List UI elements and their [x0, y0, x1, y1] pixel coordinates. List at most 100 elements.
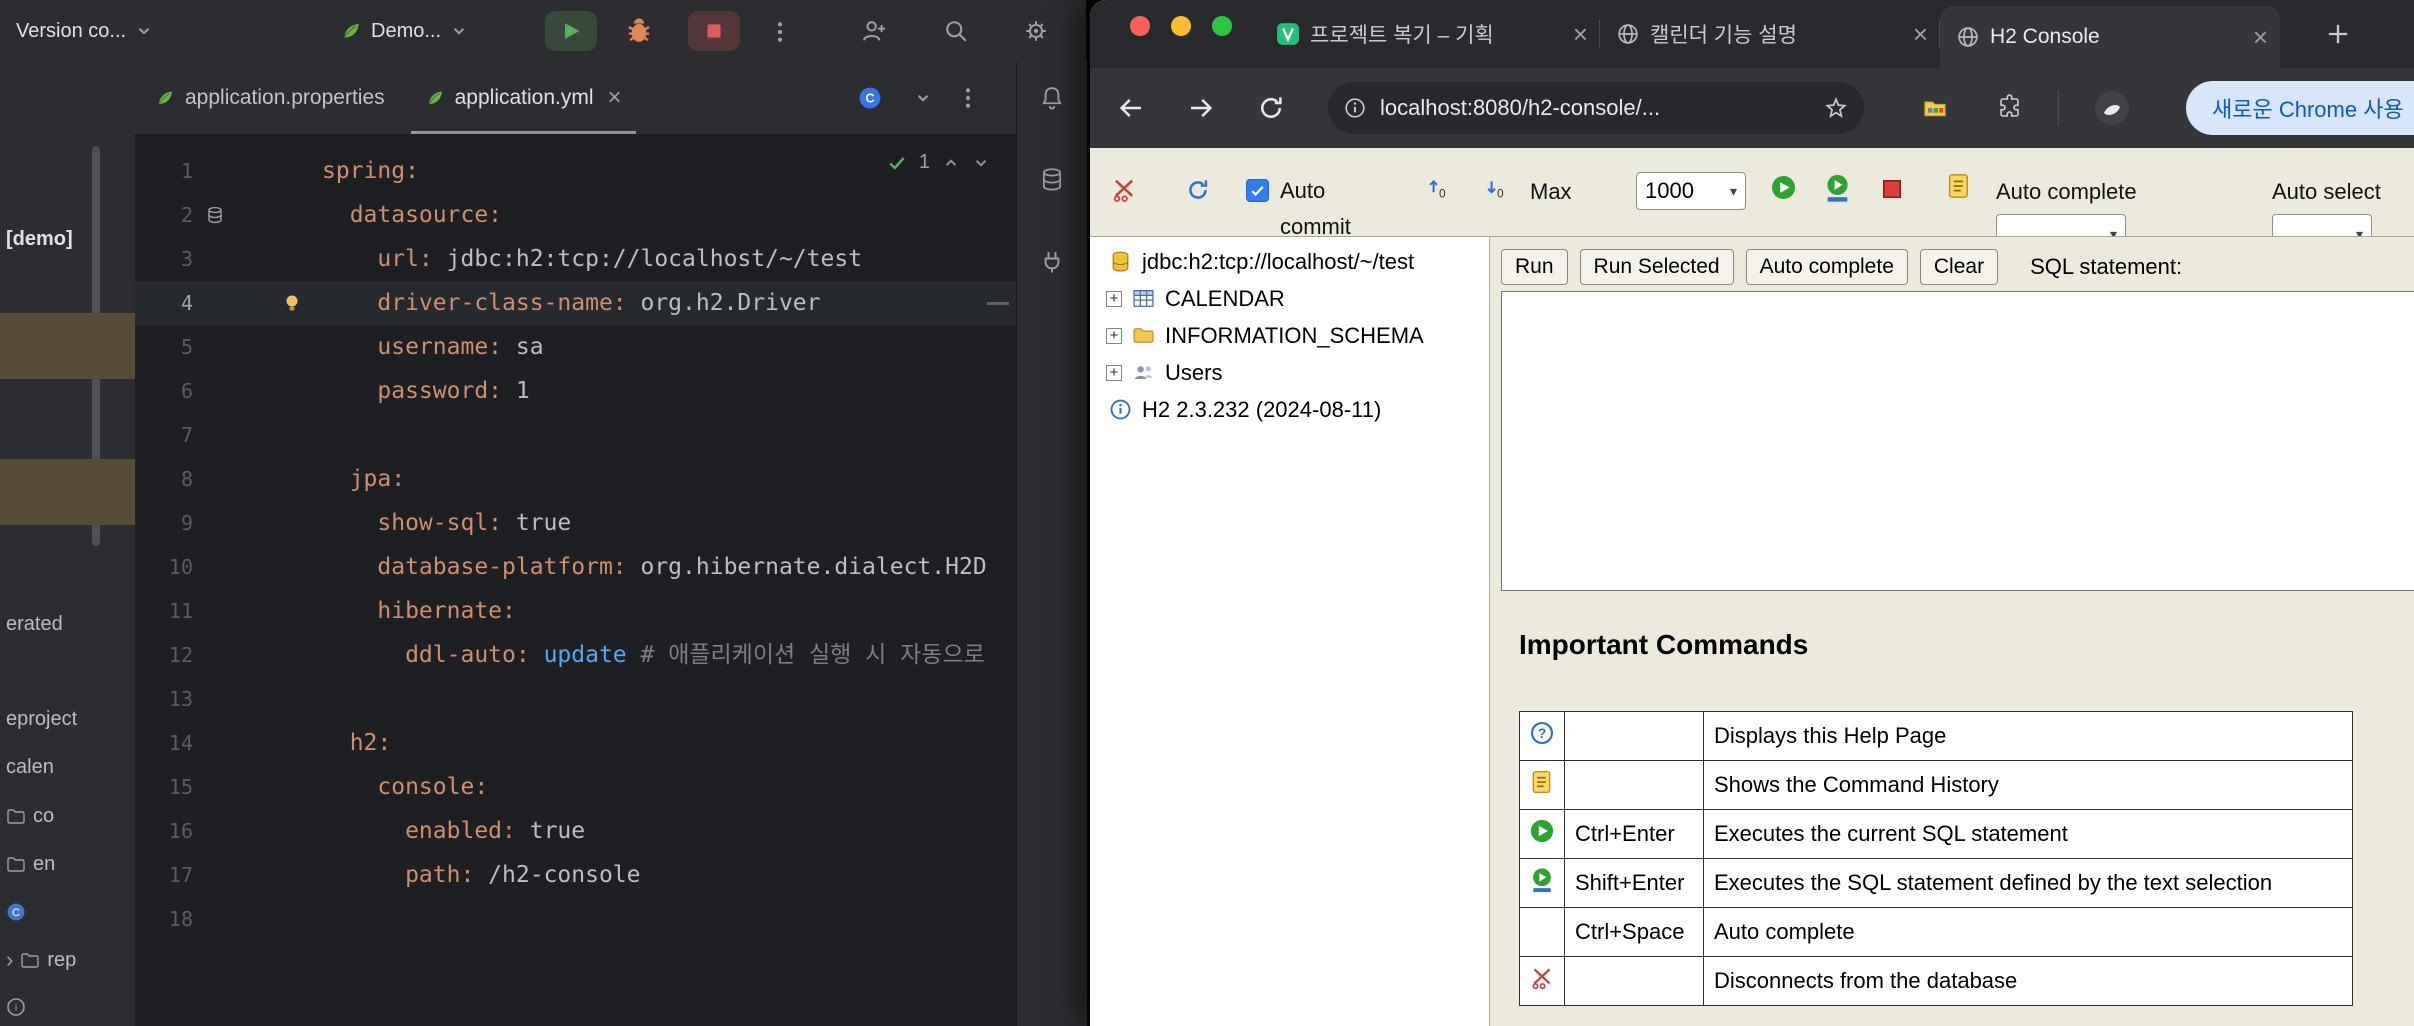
code-line[interactable]: 18 [135, 897, 1016, 941]
stop-button[interactable] [688, 11, 740, 51]
code-line[interactable]: 8 jpa: [135, 457, 1016, 501]
code-line[interactable]: 2 datasource: [135, 193, 1016, 237]
extensions-puzzle-icon[interactable] [1996, 94, 2023, 121]
chevron-up-icon[interactable] [942, 154, 960, 172]
code-line[interactable]: 3 url: jdbc:h2:tcp://localhost/~/test [135, 237, 1016, 281]
project-item[interactable]: i [0, 990, 26, 1024]
project-item[interactable]: erated [0, 607, 63, 641]
forward-icon[interactable] [1186, 93, 1216, 123]
notification-bell-icon[interactable] [1038, 84, 1066, 112]
code-line[interactable]: 6 password: 1 [135, 369, 1016, 413]
endpoints-icon[interactable] [1038, 248, 1066, 276]
code-line[interactable]: 11 hibernate: [135, 589, 1016, 633]
command-icon-cell [1519, 809, 1565, 859]
run-selected-icon[interactable] [1824, 173, 1851, 203]
close-window-button[interactable] [1130, 16, 1150, 36]
chevron-down-icon[interactable] [914, 89, 932, 107]
autocommit-checkbox[interactable] [1246, 179, 1269, 202]
reload-icon[interactable] [1256, 93, 1286, 123]
project-item[interactable]: › rep [0, 943, 76, 977]
expand-icon[interactable]: + [1106, 290, 1122, 307]
max-rows-select[interactable]: 1000 ▾ [1636, 172, 1746, 210]
code-line[interactable]: 5 username: sa [135, 325, 1016, 369]
disconnect-icon[interactable] [1110, 176, 1138, 204]
project-item[interactable]: C [0, 895, 26, 929]
tree-item[interactable]: H2 2.3.232 (2024-08-11) [1090, 391, 1489, 428]
chevron-down-icon[interactable] [972, 154, 990, 172]
settings-gear-icon[interactable] [1022, 17, 1050, 45]
project-item[interactable]: co [0, 799, 54, 833]
new-tab-button[interactable] [2325, 21, 2351, 47]
tree-item[interactable]: jdbc:h2:tcp://localhost/~/test [1090, 243, 1489, 280]
close-tab-icon[interactable]: × [1573, 21, 1588, 47]
code-line[interactable]: 10 database-platform: org.hibernate.dial… [135, 545, 1016, 589]
refresh-icon[interactable] [1184, 176, 1212, 204]
history-icon[interactable] [1946, 172, 1972, 200]
chrome-update-chip[interactable]: 새로운 Chrome 사용 [2186, 81, 2414, 135]
tree-item[interactable]: + Users [1090, 354, 1489, 391]
project-item[interactable]: calen [0, 750, 54, 784]
tab-application-yml[interactable]: application.yml × [405, 62, 642, 134]
minimize-window-button[interactable] [1171, 16, 1191, 36]
more-options-icon[interactable] [964, 86, 972, 110]
code-line[interactable]: 13 [135, 677, 1016, 721]
code-line[interactable]: 9 show-sql: true [135, 501, 1016, 545]
datasource-gutter-icon[interactable] [205, 205, 225, 225]
back-icon[interactable] [1116, 93, 1146, 123]
c-badge-icon[interactable]: C [858, 86, 882, 110]
intention-bulb-icon[interactable] [281, 292, 303, 314]
code-line[interactable]: 17 path: /h2-console [135, 853, 1016, 897]
add-user-icon[interactable] [860, 17, 888, 45]
browser-tab-1[interactable]: 프로젝트 복기 – 기획 × [1260, 0, 1600, 68]
autoselect-select[interactable]: ▾ [2272, 214, 2372, 236]
tab-application-properties[interactable]: application.properties [135, 62, 405, 134]
expand-icon[interactable]: + [1106, 364, 1122, 381]
site-info-icon[interactable] [1344, 97, 1366, 119]
fullscreen-window-button[interactable] [1212, 16, 1232, 36]
code-line[interactable]: 16 enabled: true [135, 809, 1016, 853]
code-line[interactable]: 4 driver-class-name: org.h2.Driver [135, 281, 1016, 325]
rollback-icon[interactable]: 0 [1484, 176, 1510, 202]
inspections-widget[interactable]: 1 [887, 151, 990, 174]
code-line[interactable]: 12 ddl-auto: update # 애플리케이션 실행 시 자동으로 [135, 633, 1016, 677]
project-item[interactable]: [demo] [0, 222, 73, 256]
select-arrow-icon: ▾ [1729, 182, 1737, 199]
autocomplete-select[interactable]: ▾ [1996, 214, 2126, 236]
project-item[interactable] [0, 313, 135, 379]
commit-icon[interactable]: 0 [1426, 176, 1452, 202]
button-run-selected[interactable]: Run Selected [1579, 249, 1734, 285]
search-icon[interactable] [942, 17, 970, 45]
extension-icon[interactable] [1922, 95, 1948, 121]
code-line[interactable]: 15 console: [135, 765, 1016, 809]
button-run[interactable]: Run [1501, 249, 1568, 285]
code-line[interactable]: 7 [135, 413, 1016, 457]
run-config-selector[interactable]: Demo... [340, 0, 468, 62]
close-tab-icon[interactable]: × [2253, 24, 2268, 50]
close-tab-icon[interactable]: × [608, 86, 622, 110]
tree-item[interactable]: + CALENDAR [1090, 280, 1489, 317]
browser-tab-2[interactable]: 캘린더 기능 설명 × [1600, 0, 1940, 68]
browser-tab-3[interactable]: H2 Console × [1940, 6, 2280, 68]
debug-button[interactable] [622, 14, 656, 48]
expand-icon[interactable]: + [1106, 327, 1122, 344]
database-tool-icon[interactable] [1038, 166, 1066, 194]
close-tab-icon[interactable]: × [1913, 21, 1928, 47]
editor-area[interactable]: 1 spring: 2 datasource: 3 url: jdbc:h2:tcp:… [135, 135, 1016, 1026]
button-clear[interactable]: Clear [1919, 249, 1999, 285]
address-bar[interactable]: localhost:8080/h2-console/... [1328, 82, 1864, 134]
run-button[interactable] [545, 11, 597, 51]
more-actions-icon[interactable] [776, 20, 784, 44]
project-item[interactable]: eproject [0, 702, 77, 736]
profile-avatar[interactable] [2094, 90, 2130, 126]
sql-textarea[interactable] [1501, 291, 2414, 591]
tree-item[interactable]: + INFORMATION_SCHEMA [1090, 317, 1489, 354]
code-line[interactable]: 14 h2: [135, 721, 1016, 765]
project-item[interactable] [0, 459, 135, 525]
bookmark-star-icon[interactable] [1824, 96, 1848, 120]
project-item[interactable]: en [0, 847, 55, 881]
button-auto-complete[interactable]: Auto complete [1745, 249, 1908, 285]
vcs-widget[interactable]: Version co... [16, 0, 153, 62]
run-icon[interactable] [1770, 174, 1797, 201]
cancel-icon[interactable] [1880, 177, 1904, 201]
code-line[interactable]: 1 spring: [135, 149, 1016, 193]
